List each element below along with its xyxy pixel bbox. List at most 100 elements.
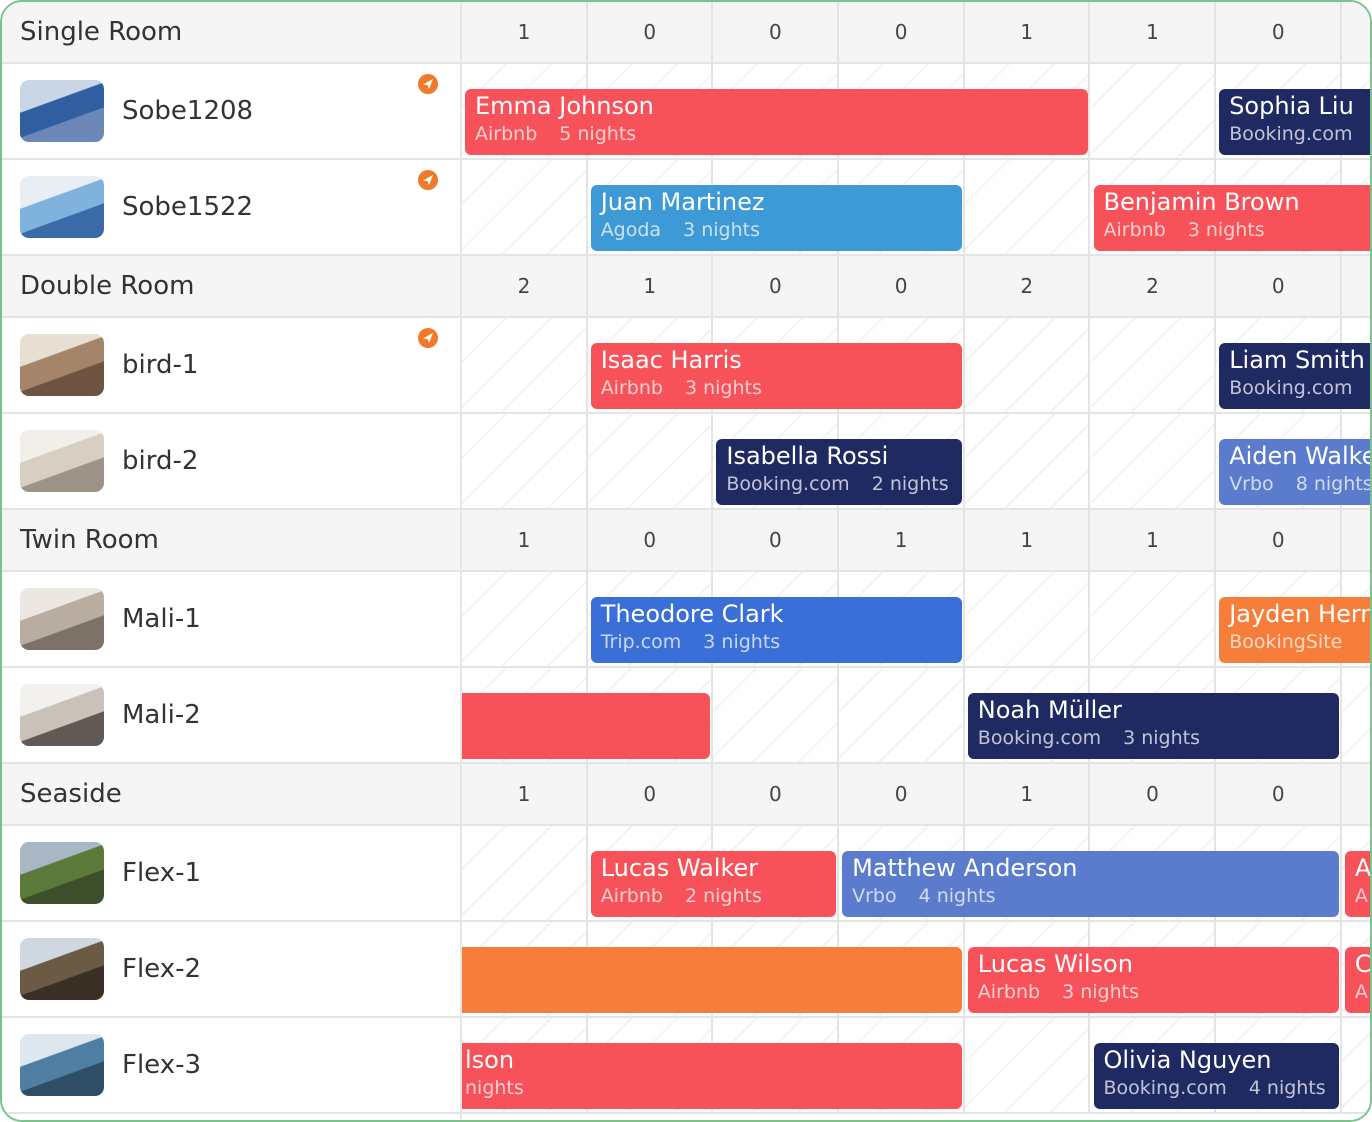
room-calendar-row: Noah Müller Booking.com 3 nights — [462, 668, 1370, 764]
availability-count: 0 — [643, 782, 657, 806]
day-cell[interactable] — [1090, 572, 1217, 666]
room-type-label: Single Room — [20, 17, 183, 47]
room-row[interactable]: bird-2 — [2, 414, 460, 510]
availability-count: 0 — [1271, 20, 1285, 44]
booking-nights: 3 nights — [1123, 727, 1200, 749]
booking-bar[interactable]: Lucas Walker Airbnb 2 nights — [590, 851, 837, 917]
booking-nights: 3 nights — [1062, 981, 1139, 1003]
booking-source: Airbnb — [1103, 219, 1166, 241]
booking-bar[interactable]: Liam Smith Booking.com — [1219, 343, 1370, 409]
bedroom-photo-light — [20, 430, 104, 492]
availability-count: 0 — [1146, 782, 1159, 806]
booking-bar[interactable]: Isabella Rossi Booking.com 2 nights — [716, 439, 962, 505]
availability-count: 1 — [517, 528, 531, 552]
booking-source: A — [1354, 981, 1368, 1003]
booking-bar[interactable]: Sophia Liu Booking.com — [1219, 89, 1370, 155]
day-cell[interactable] — [462, 414, 588, 508]
day-cell[interactable] — [964, 160, 1091, 254]
room-row[interactable]: Sobe1522 — [2, 160, 460, 256]
availability-count: 0 — [769, 528, 782, 552]
booking-bar[interactable]: Matthew Anderson Vrbo 4 nights — [842, 851, 1339, 917]
bedroom-photo-bright — [20, 176, 104, 238]
booking-bar[interactable]: Aiden Walke Vrbo 8 nights — [1219, 439, 1370, 505]
booking-bar[interactable]: AA — [1344, 851, 1370, 917]
garden-path-photo — [20, 842, 104, 904]
room-row[interactable]: Flex-3 — [2, 1018, 460, 1114]
room-row[interactable]: bird-1 — [2, 318, 460, 414]
day-column — [1342, 764, 1370, 824]
room-row[interactable]: Mali-1 — [2, 572, 460, 668]
booking-bar[interactable] — [462, 947, 962, 1013]
day-cell[interactable] — [1341, 1018, 1370, 1112]
booking-bar[interactable]: CA — [1344, 947, 1370, 1013]
booking-bar[interactable]: Noah Müller Booking.com 3 nights — [967, 693, 1339, 759]
cell-pattern — [964, 1018, 1089, 1112]
booking-bar[interactable]: lson nights — [462, 1043, 962, 1109]
day-cell[interactable] — [713, 668, 840, 762]
cell-pattern — [462, 572, 586, 666]
booking-meta — [465, 949, 962, 975]
day-cell[interactable] — [1090, 64, 1217, 158]
cell-pattern — [713, 668, 838, 762]
cell-pattern — [1090, 318, 1215, 412]
booking-bar[interactable]: Jayden Hern BookingSite — [1219, 597, 1370, 663]
room-type-label: Seaside — [20, 779, 122, 809]
day-cell[interactable] — [839, 668, 965, 762]
availability-row: 2 1 0 0 2 2 0 — [462, 256, 1370, 318]
room-calendar-row: Lucas Walker Airbnb 2 nights Matthew Anders… — [462, 826, 1370, 922]
availability-count: 1 — [517, 782, 531, 806]
room-row[interactable]: Sobe1208 — [2, 64, 460, 160]
booking-bar[interactable]: Olivia Nguyen Booking.com 4 nights — [1093, 1043, 1339, 1109]
availability-count: 0 — [769, 20, 782, 44]
day-cell[interactable] — [462, 318, 588, 412]
day-cell[interactable] — [964, 1018, 1091, 1112]
booking-bar[interactable]: Lucas Wilson Airbnb 3 nights — [967, 947, 1339, 1013]
day-cell[interactable] — [462, 826, 588, 920]
fence-photo — [20, 938, 104, 1000]
room-calendar-row: Theodore Clark Trip.com 3 nights Jayden Her… — [462, 572, 1370, 668]
room-calendar-row: lson nights Olivia Nguyen Booking.com 4 nigh… — [462, 1018, 1370, 1114]
booking-bar[interactable]: Theodore Clark Trip.com 3 nights — [590, 597, 962, 663]
day-cell[interactable] — [1341, 668, 1370, 762]
booking-source: Vrbo — [1229, 473, 1274, 495]
booking-source: A — [1354, 885, 1368, 907]
room-name: Flex-2 — [122, 954, 202, 984]
channel-sync-icon[interactable] — [418, 170, 438, 190]
day-cell[interactable] — [964, 572, 1091, 666]
booking-source: Vrbo — [852, 885, 897, 907]
room-type-label: Double Room — [20, 271, 195, 301]
room-row[interactable]: Flex-2 — [2, 922, 460, 1018]
channel-sync-icon[interactable] — [418, 328, 438, 348]
day-cell[interactable] — [587, 414, 714, 508]
day-cell[interactable] — [462, 572, 588, 666]
booking-bar[interactable]: Juan Martinez Agoda 3 nights — [590, 185, 962, 251]
channel-sync-icon[interactable] — [418, 74, 438, 94]
guest-name: Noah Müller — [977, 696, 1122, 724]
day-cell[interactable] — [964, 318, 1091, 412]
booking-source: Airbnb — [600, 885, 663, 907]
booking-bar[interactable]: Isaac Harris Airbnb 3 nights — [590, 343, 962, 409]
day-cell[interactable] — [1090, 414, 1217, 508]
room-row[interactable]: Flex-1 — [2, 826, 460, 922]
booking-meta: nights — [465, 1075, 962, 1101]
booking-source: Trip.com — [600, 631, 682, 653]
booking-meta: Booking.com — [1229, 121, 1370, 147]
day-cell[interactable] — [1090, 318, 1217, 412]
guest-name: Emma Johnson — [475, 92, 654, 120]
availability-count: 1 — [643, 274, 657, 298]
guest-name: Theodore Clark — [600, 600, 784, 628]
bathroom-photo — [20, 1034, 104, 1096]
availability-count: 1 — [1146, 528, 1159, 552]
booking-bar[interactable] — [462, 693, 711, 759]
day-cell[interactable] — [462, 160, 588, 254]
room-row[interactable]: Mali-2 — [2, 668, 460, 764]
calendar-frame: Single Room Sobe1208 Sobe1522 Double Room bi… — [0, 0, 1372, 1122]
booking-bar[interactable]: Benjamin Brown Airbnb 3 nights — [1093, 185, 1370, 251]
booking-nights: 3 nights — [1187, 219, 1265, 241]
guest-name: Juan Martinez — [600, 188, 765, 216]
room-type-label: Twin Room — [20, 525, 159, 555]
availability-count: 0 — [643, 528, 657, 552]
day-cell[interactable] — [964, 414, 1091, 508]
day-column — [1342, 2, 1370, 62]
booking-bar[interactable]: Emma Johnson Airbnb 5 nights — [465, 89, 1088, 155]
